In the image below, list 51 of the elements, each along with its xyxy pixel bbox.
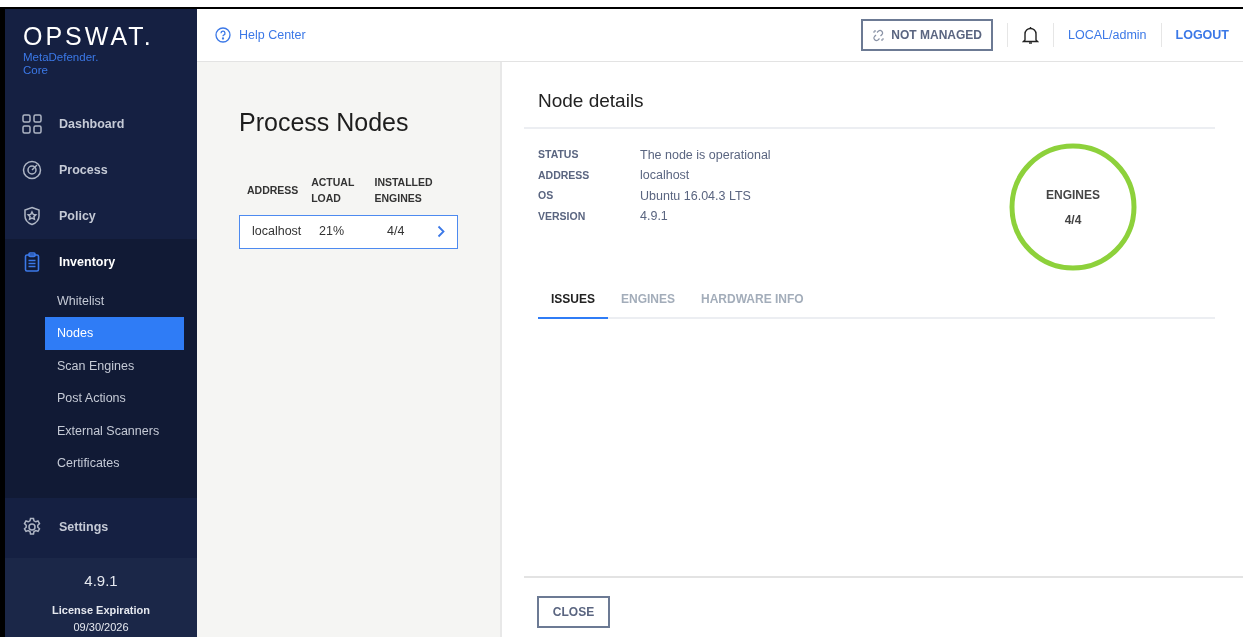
submenu-item[interactable]: Whitelist (45, 284, 184, 318)
shield-icon (22, 205, 42, 226)
field-value: 4.9.1 (640, 208, 668, 226)
submenu-item[interactable]: Post Actions (45, 382, 184, 415)
field-value: Ubuntu 16.04.3 LTS (640, 187, 751, 205)
submenu-item[interactable]: Certificates (45, 447, 184, 480)
nav-item[interactable]: Settings (5, 503, 197, 550)
bell-icon[interactable] (1022, 25, 1039, 45)
target-icon (22, 159, 42, 180)
table-cell-text: localhost (252, 223, 303, 241)
chevron-right-icon (437, 225, 445, 238)
field-value: The node is operational (640, 146, 771, 164)
product-name: MetaDefender. (22, 50, 100, 64)
ring-label: ENGINES (1046, 186, 1100, 204)
field-label: STATUS (538, 147, 580, 163)
settings-icon (22, 516, 42, 537)
panel-title: Process Nodes (239, 107, 410, 137)
field-value: localhost (640, 167, 690, 185)
submenu-item[interactable]: Nodes (45, 317, 184, 350)
column-header: ADDRESS (247, 182, 300, 198)
dashboard-icon (22, 113, 42, 134)
field-label: OS (538, 188, 555, 204)
nav-item[interactable]: Policy (5, 192, 197, 239)
column-header: INSTALLED ENGINES (374, 175, 434, 206)
node-row[interactable]: localhost 21% 4/4 (239, 214, 458, 249)
close-button[interactable]: CLOSE (537, 596, 610, 628)
unlink-icon (872, 28, 886, 42)
nav-item[interactable]: Process (5, 146, 197, 193)
nav-item[interactable]: Dashboard (5, 100, 197, 147)
ring-value: 4/4 (1063, 211, 1083, 229)
license-date: 09/30/2026 (72, 619, 130, 635)
edition-name: Core (22, 63, 49, 77)
field-label: ADDRESS (538, 167, 591, 183)
submenu-item[interactable]: Scan Engines (45, 349, 184, 383)
submenu-item[interactable]: External Scanners (45, 414, 184, 448)
clipboard-icon (22, 251, 42, 272)
version-number: 4.9.1 (83, 570, 119, 591)
help-link[interactable]: Help Center (239, 25, 306, 45)
table-cell-text: 21% (319, 223, 346, 241)
details-title: Node details (524, 62, 1215, 129)
logo: OPSWAT. (22, 21, 155, 51)
help-icon[interactable] (215, 27, 231, 43)
logout-link[interactable]: LOGOUT (1175, 25, 1229, 45)
not-managed-button[interactable]: NOT MANAGED (861, 19, 993, 51)
table-cell-text: 4/4 (387, 223, 405, 241)
column-header: ACTUAL LOAD (311, 175, 356, 206)
user-link[interactable]: LOCAL/admin (1068, 25, 1147, 45)
license-label: License Expiration (51, 603, 151, 618)
tab[interactable]: ISSUES (538, 290, 608, 319)
field-label: VERSION (538, 208, 587, 224)
nav-item[interactable]: Inventory (5, 238, 197, 285)
